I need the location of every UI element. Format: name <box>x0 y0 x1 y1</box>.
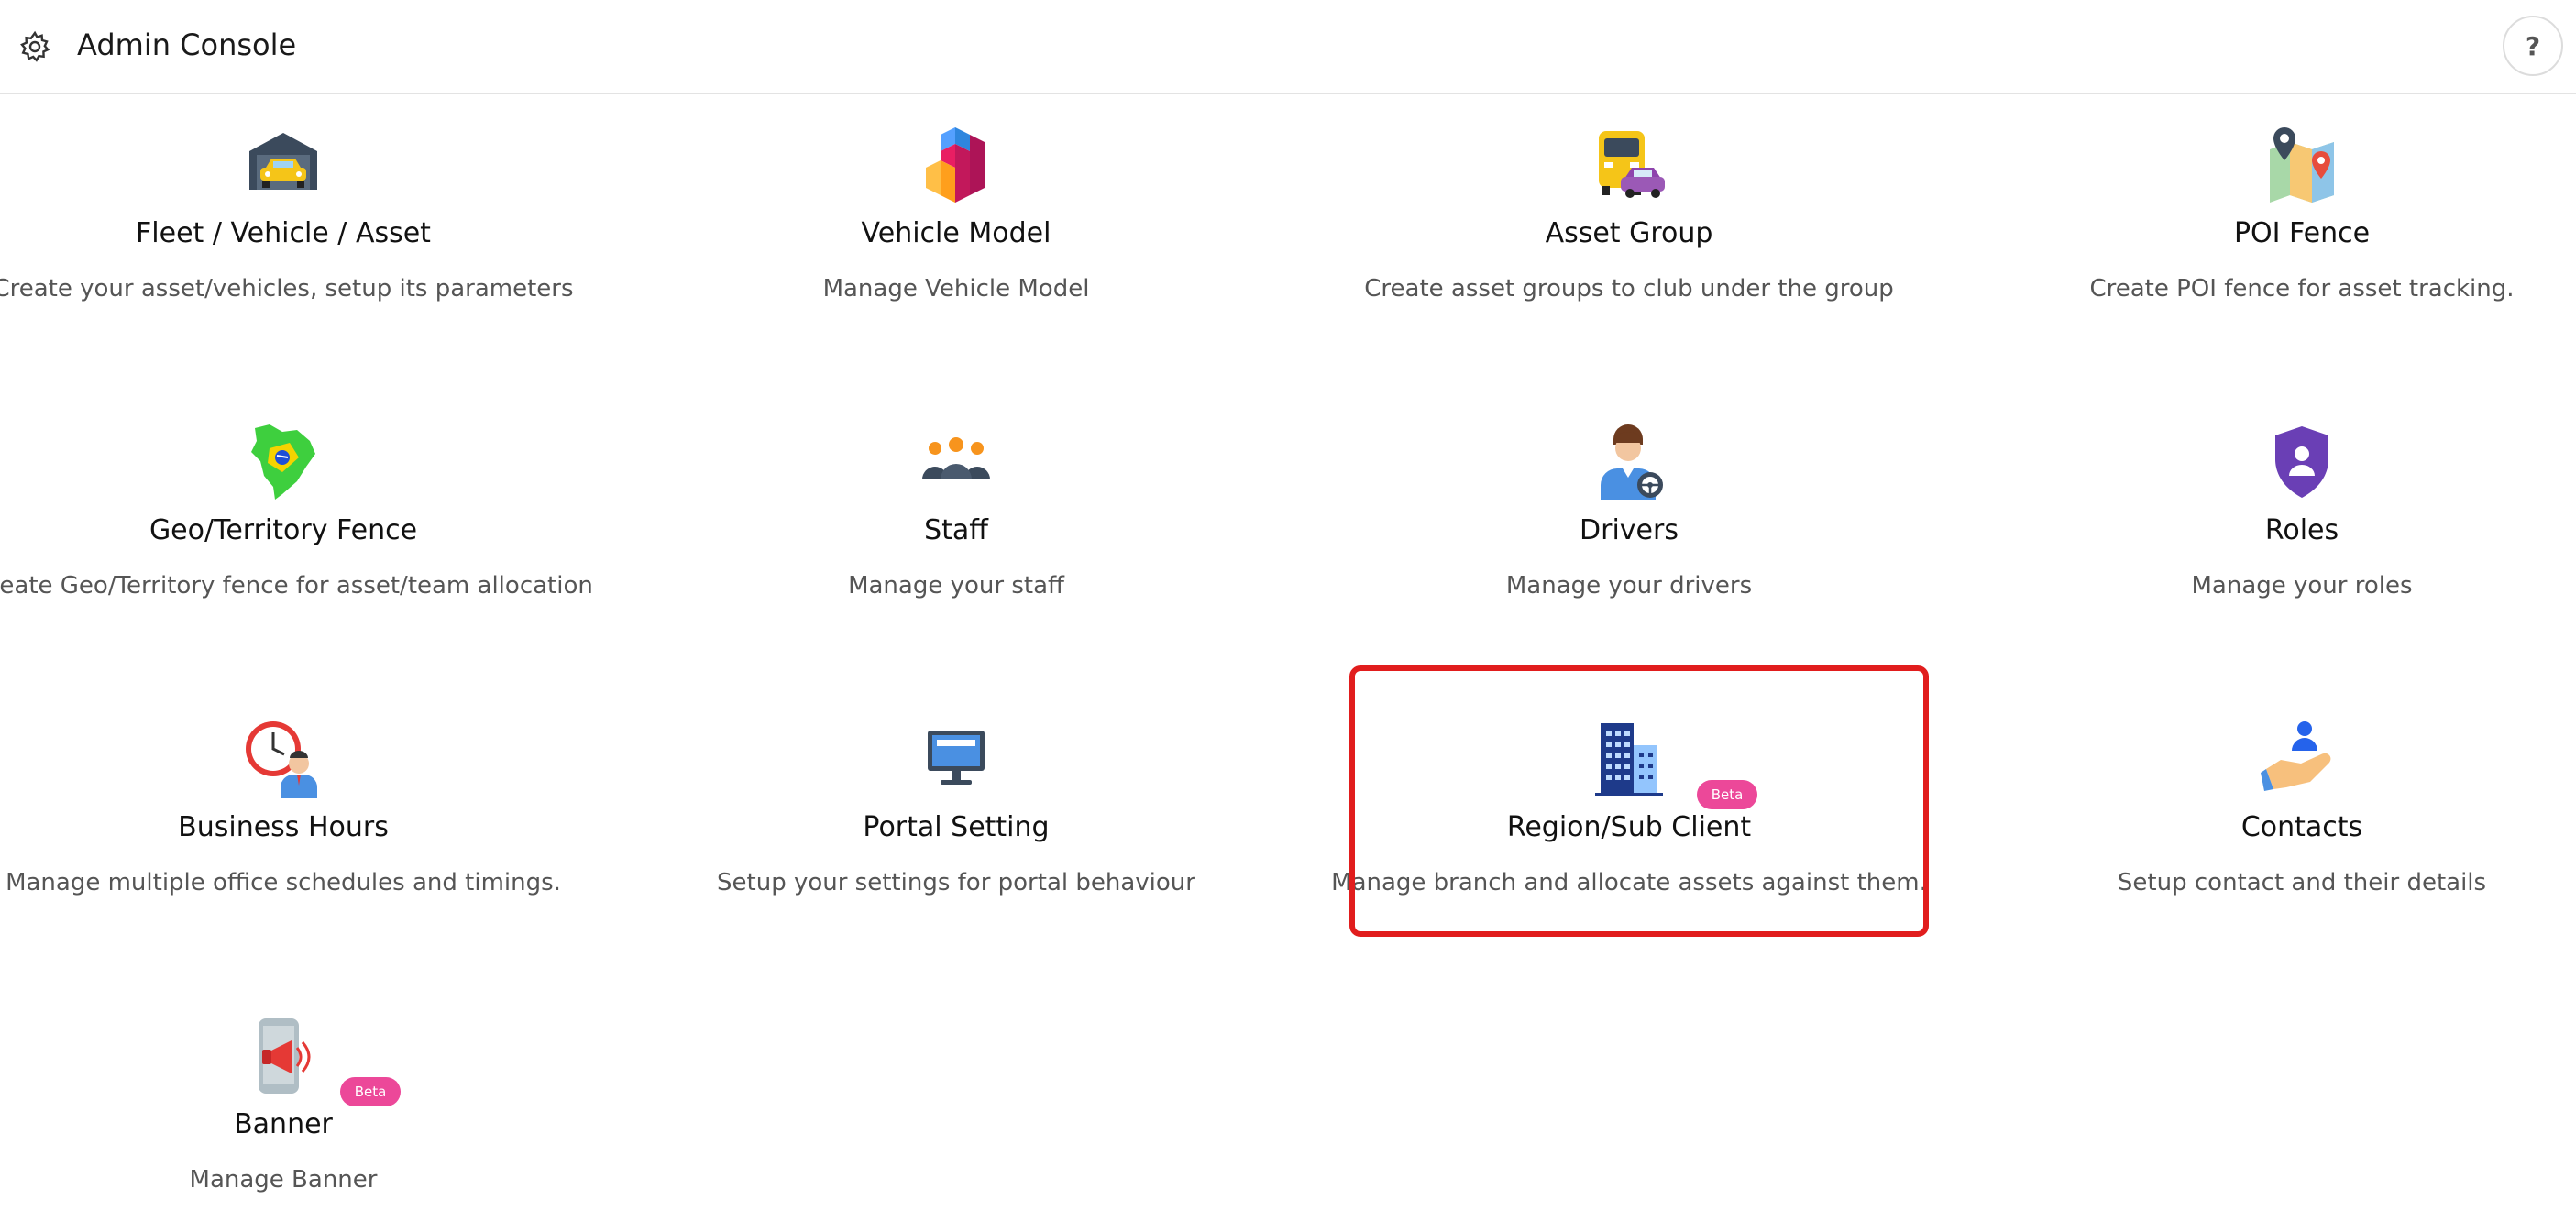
card-description: Manage your drivers <box>1505 572 1753 600</box>
gear-icon[interactable] <box>18 30 51 63</box>
card-title: Roles <box>2264 514 2339 546</box>
card-description: Create asset groups to club under the gr… <box>1364 275 1894 302</box>
card-title: Drivers <box>1580 514 1679 546</box>
card-description: Manage multiple office schedules and tim… <box>6 869 561 896</box>
card-title: Business Hours <box>178 811 389 843</box>
card-description: Create Geo/Territory fence for asset/tea… <box>0 572 593 600</box>
card-description: Manage Vehicle Model <box>822 275 1090 302</box>
card-title: Contacts <box>2240 811 2363 843</box>
help-button[interactable]: ? <box>2503 16 2563 76</box>
map-pin-icon <box>2261 124 2343 206</box>
driver-icon <box>1588 421 1670 503</box>
beta-badge: Beta <box>340 1077 401 1106</box>
card-title: Portal Setting <box>863 811 1050 843</box>
card-description: Manage your roles <box>2191 572 2413 600</box>
shield-user-icon <box>2261 421 2343 503</box>
card-description: Manage your staff <box>848 572 1064 600</box>
card-description: Setup contact and their details <box>2117 869 2487 896</box>
card-title: Geo/Territory Fence <box>149 514 418 546</box>
cubes-icon <box>915 124 997 206</box>
clock-person-icon <box>242 718 325 800</box>
card-title: Staff <box>924 514 988 546</box>
monitor-icon <box>915 718 997 800</box>
people-group-icon <box>915 421 997 503</box>
highlight-frame <box>1349 666 1929 937</box>
card-title: Vehicle Model <box>861 217 1051 249</box>
card-title: POI Fence <box>2233 217 2371 249</box>
hand-person-icon <box>2261 718 2343 800</box>
bus-car-icon <box>1588 124 1670 206</box>
header-bar: Admin Console ? <box>0 0 2576 94</box>
card-title: Fleet / Vehicle / Asset <box>136 217 431 249</box>
card-description: Manage Banner <box>189 1166 378 1194</box>
page-title: Admin Console <box>77 28 297 62</box>
garage-car-icon <box>242 124 325 206</box>
card-description: Setup your settings for portal behaviour <box>717 869 1195 896</box>
card-description: Create POI fence for asset tracking. <box>2089 275 2515 302</box>
card-title: Asset Group <box>1545 217 1713 249</box>
territory-map-icon <box>242 421 325 503</box>
card-description: Create your asset/vehicles, setup its pa… <box>0 275 574 302</box>
card-title: Banner <box>234 1108 333 1140</box>
megaphone-phone-icon <box>242 1015 325 1097</box>
